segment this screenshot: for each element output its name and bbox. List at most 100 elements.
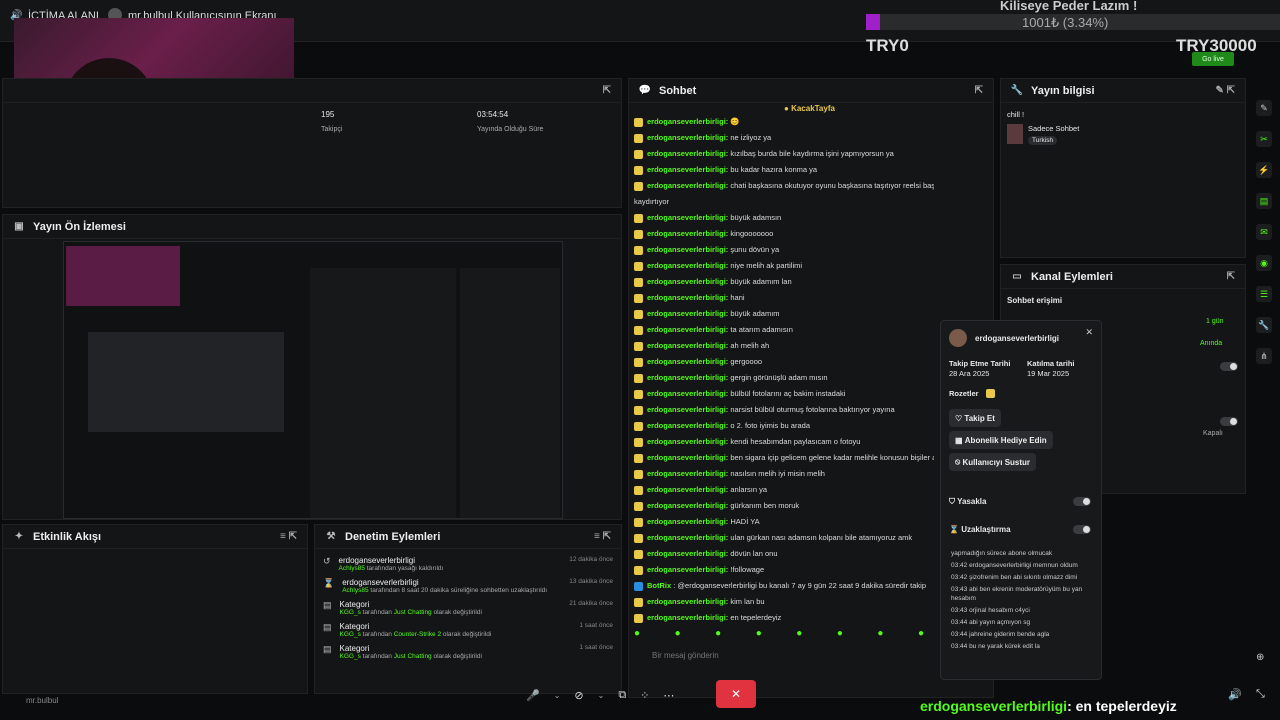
chat-username[interactable]: erdoganseverlerbirligi: [647,213,728,222]
more-icon[interactable]: ⋯ [663,689,674,702]
chat-popout-icon[interactable]: ⇱ [975,85,983,96]
moderation-popout-icon[interactable]: ≡ ⇱ [594,531,611,542]
chat-username[interactable]: BotRix [647,581,671,590]
slowmode-value[interactable]: 1 gün [1206,318,1224,325]
preview-icon: ▣ [14,221,24,232]
timeout-toggle[interactable] [1073,525,1091,534]
sub-badge-icon [634,293,643,303]
flash-icon[interactable]: ⚡ [1256,162,1272,178]
sub-badge-icon [634,325,643,335]
chat-username[interactable]: erdoganseverlerbirligi: [647,181,728,190]
chat-message: erdoganseverlerbirligi: bülbül fotoların… [634,386,934,402]
watermark: mr.bulbul [26,696,59,705]
chat-username[interactable]: erdoganseverlerbirligi: [647,277,728,286]
emote-icon[interactable]: ● [634,628,640,642]
chevron-down-icon[interactable]: ⌄ [554,691,561,700]
chat-icon[interactable]: ✉ [1256,224,1272,240]
emote-icon[interactable]: ● [796,628,802,642]
chat-text: gergoooo [728,357,763,366]
go-live-button[interactable]: Go live [1192,52,1234,66]
kapali-value[interactable]: Kapalı [1203,430,1223,437]
popout-icon[interactable]: ⇱ [603,85,611,96]
right-sidebar: ✎ ✂ ⚡ ▤ ✉ ◉ ☰ 🔧 ⋔ [1248,100,1280,660]
chat-username[interactable]: erdoganseverlerbirligi: [647,565,728,574]
emote-icon[interactable]: ● [918,628,924,642]
chat-username[interactable]: erdoganseverlerbirligi: [647,485,728,494]
emote-icon[interactable]: ● [756,628,762,642]
chat-username[interactable]: erdoganseverlerbirligi: [647,229,728,238]
ban-toggle[interactable] [1073,497,1091,506]
chat-text: kim lan bu [728,597,765,606]
follow-button[interactable]: ♡ Takip Et [949,409,1001,427]
close-icon[interactable]: ✕ [1085,327,1093,338]
chat-username[interactable]: erdoganseverlerbirligi: [647,165,728,174]
chat-message: erdoganseverlerbirligi: ulan gürkan nası… [634,530,934,546]
pencil-icon[interactable]: ✎ [1256,100,1272,116]
chat-message: erdoganseverlerbirligi: kingooooooo [634,226,934,242]
chat-message: erdoganseverlerbirligi: narsist bülbül o… [634,402,934,418]
emote-icon[interactable]: ● [837,628,843,642]
channel-toggle[interactable] [1220,362,1238,371]
chat-username[interactable]: erdoganseverlerbirligi: [647,341,728,350]
chat-username[interactable]: erdoganseverlerbirligi: [647,357,728,366]
chat-username[interactable]: erdoganseverlerbirligi: [647,501,728,510]
gift-icon: ▦ [955,435,965,445]
activity-panel: ✦ Etkinlik Akışı ≡ ⇱ [2,524,308,694]
filter-icon[interactable]: ≡ ⇱ [280,531,297,542]
sub-badge-icon [634,117,643,127]
chat-message: erdoganseverlerbirligi: HADİ YA [634,514,934,530]
channel-toggle[interactable] [1220,417,1238,426]
wrench-icon[interactable]: 🔧 [1256,317,1272,333]
share-icon[interactable]: ⋔ [1256,348,1272,364]
end-stream-button[interactable]: ✕ [716,680,756,708]
volume-icon[interactable]: 🔊 [1228,688,1242,701]
pinned-user: ● KacakTayfa [784,104,835,113]
chat-username[interactable]: erdoganseverlerbirligi: [647,421,728,430]
follower-mode-value[interactable]: Anında [1200,340,1222,347]
goal-left: TRY0 [866,36,909,55]
chat-username[interactable]: erdoganseverlerbirligi: [647,309,728,318]
preview-nested [88,332,284,432]
camera-off-icon[interactable]: ⊘ [574,689,583,702]
channel-popout-icon[interactable]: ⇱ [1227,271,1235,282]
zoom-icon[interactable]: ⊕ [1256,652,1264,663]
emote-icon[interactable]: ● [675,628,681,642]
chat-username[interactable]: erdoganseverlerbirligi: [647,293,728,302]
broadcast-icon[interactable]: ◉ [1256,255,1272,271]
mic-icon[interactable]: 🎤 [526,689,540,702]
fullscreen-icon[interactable]: ⤡ [1256,688,1265,701]
chat-username[interactable]: erdoganseverlerbirligi: [647,117,728,126]
list-icon[interactable]: ☰ [1256,286,1272,302]
chat-username[interactable]: erdoganseverlerbirligi: [647,389,728,398]
tool-icon[interactable]: ✂ [1256,131,1272,147]
emote-icon[interactable]: ● [877,628,883,642]
mute-button[interactable]: ⦸ Kullanıcıyı Sustur [949,453,1037,471]
badge-icon [986,389,995,398]
chat-username[interactable]: erdoganseverlerbirligi: [647,613,728,622]
chevron-down-icon[interactable]: ⌄ [598,691,605,700]
chat-username[interactable]: erdoganseverlerbirligi: [647,373,728,382]
apps-icon[interactable]: ⁘ [640,689,649,702]
gift-sub-button[interactable]: ▦ Abonelik Hediye Edin [949,431,1053,449]
chat-input[interactable] [652,648,936,662]
sub-badge-icon [634,517,643,527]
emote-icon[interactable]: ● [715,628,721,642]
chat-username[interactable]: erdoganseverlerbirligi: [647,517,728,526]
chat-username[interactable]: erdoganseverlerbirligi: [647,133,728,142]
chat-username[interactable]: erdoganseverlerbirligi: [647,453,728,462]
edit-icon[interactable]: ✎ ⇱ [1215,85,1235,96]
chat-username[interactable]: erdoganseverlerbirligi: [647,325,728,334]
mod-item: ▤ Kategori KGG_s tarafından Counter-Strik… [323,622,613,638]
share-screen-icon[interactable]: ⧉ [618,689,626,702]
chat-username[interactable]: erdoganseverlerbirligi: [647,405,728,414]
chat-username[interactable]: erdoganseverlerbirligi: [647,597,728,606]
chat-username[interactable]: erdoganseverlerbirligi: [647,261,728,270]
chat-username[interactable]: erdoganseverlerbirligi: [647,149,728,158]
chat-username[interactable]: erdoganseverlerbirligi: [647,437,728,446]
chat-username[interactable]: erdoganseverlerbirligi: [647,549,728,558]
chat-username[interactable]: erdoganseverlerbirligi: [647,533,728,542]
chat-username[interactable]: erdoganseverlerbirligi: [647,469,728,478]
doc-icon[interactable]: ▤ [1256,193,1272,209]
chat-username[interactable]: erdoganseverlerbirligi: [647,245,728,254]
history-message: yapmadığın sürece abone olmucak [951,550,1053,557]
